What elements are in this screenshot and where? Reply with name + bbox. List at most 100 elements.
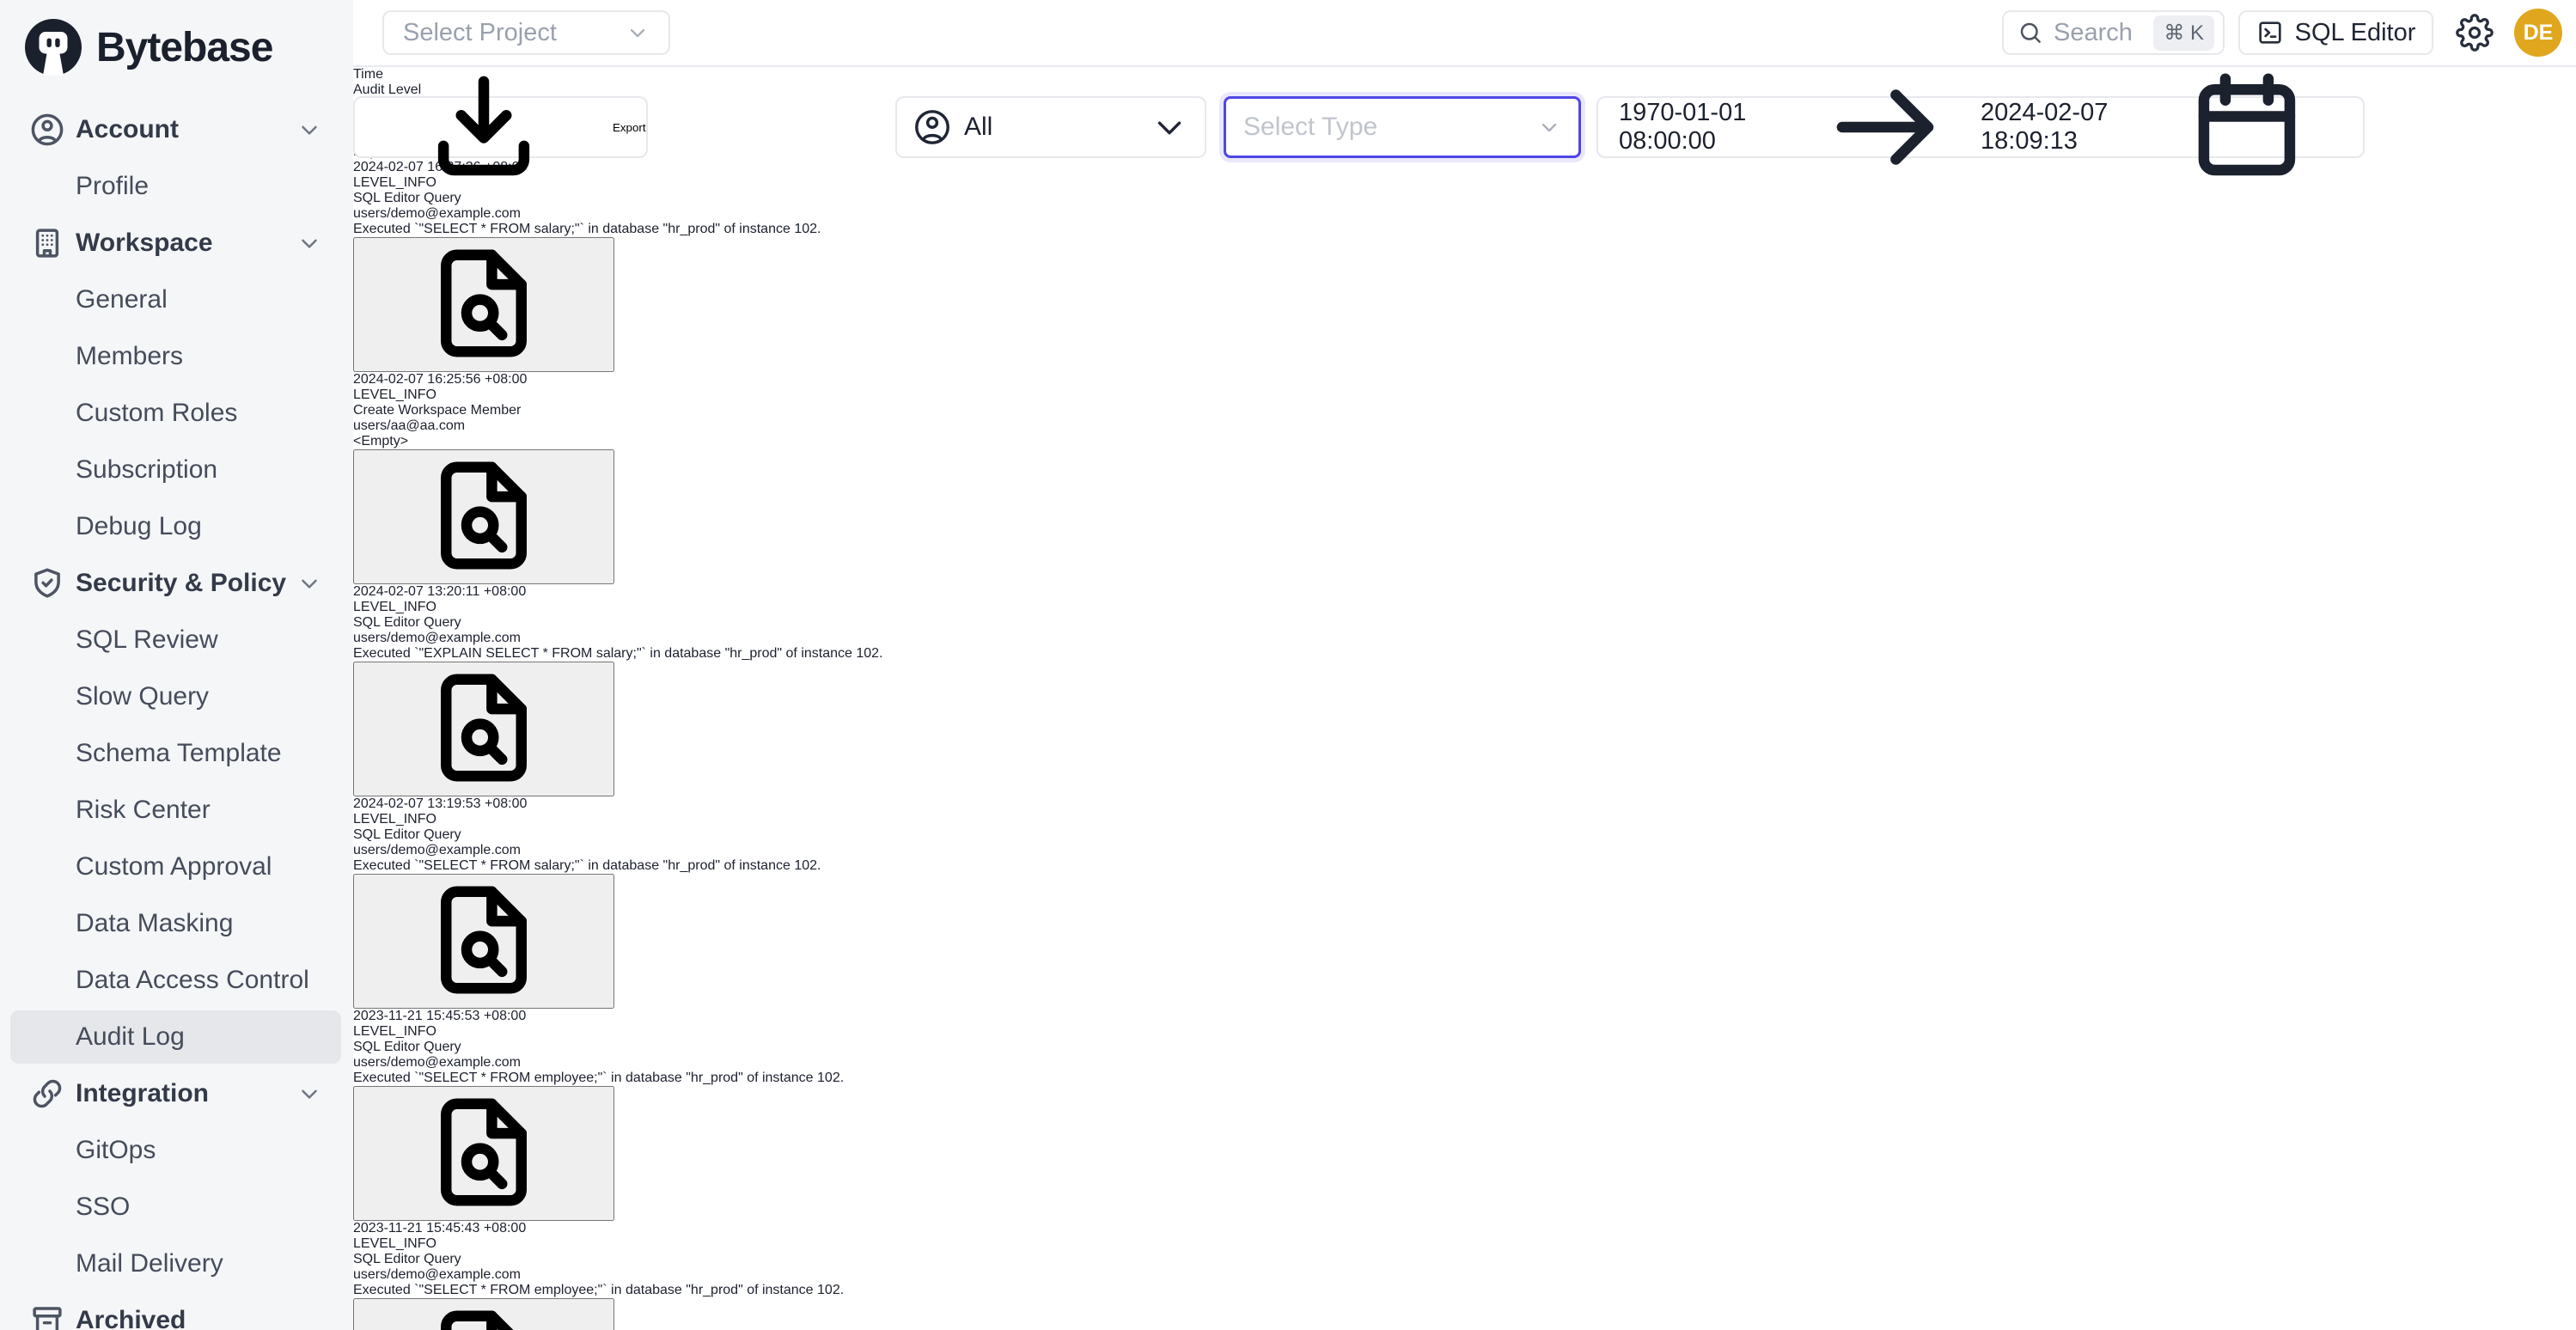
date-start: 1970-01-01 08:00:00: [1619, 99, 1790, 156]
type-filter-select[interactable]: Select Type: [1224, 96, 1581, 158]
search-shortcut-badge: ⌘ K: [2153, 15, 2214, 51]
sidebar-item-subscription[interactable]: Subscription: [0, 442, 353, 498]
sidebar-item-custom-roles[interactable]: Custom Roles: [0, 385, 353, 442]
sidebar-item-label: Subscription: [76, 455, 217, 485]
sidebar-item-risk-center[interactable]: Risk Center: [0, 782, 353, 839]
topbar: Select Project Search ⌘ K SQL Editor DE: [353, 0, 2576, 67]
cell-audit-type: SQL Editor Query: [353, 191, 2576, 206]
sidebar-item-integration[interactable]: Integration: [0, 1065, 353, 1122]
sidebar-item-security-policy[interactable]: Security & Policy: [0, 555, 353, 612]
sidebar-item-workspace[interactable]: Workspace: [0, 215, 353, 271]
sidebar-item-mail-delivery[interactable]: Mail Delivery: [0, 1235, 353, 1292]
project-select-value: Select Project: [403, 19, 557, 47]
user-circle-icon: [913, 107, 952, 147]
type-filter-placeholder: Select Type: [1243, 113, 1377, 142]
sidebar-item-label: Debug Log: [76, 512, 202, 541]
sidebar-item-label: Account: [76, 115, 179, 144]
sidebar-item-custom-approval[interactable]: Custom Approval: [0, 839, 353, 895]
calendar-icon: [2152, 63, 2342, 192]
file-search-icon: [355, 1088, 613, 1217]
cell-audit-type: SQL Editor Query: [353, 1040, 2576, 1055]
project-select[interactable]: Select Project: [382, 10, 670, 55]
payload-button[interactable]: [353, 1086, 614, 1221]
settings-gear-button[interactable]: [2456, 12, 2497, 53]
sidebar-item-debug-log[interactable]: Debug Log: [0, 498, 353, 555]
level-badge: LEVEL_INFO: [353, 387, 436, 402]
cell-comment: Executed `"SELECT * FROM salary;"` in da…: [353, 222, 2576, 237]
bytebase-logo-icon: [22, 16, 84, 78]
level-badge: LEVEL_INFO: [353, 812, 436, 827]
sidebar-item-data-access-control[interactable]: Data Access Control: [0, 952, 353, 1009]
sidebar-item-sso[interactable]: SSO: [0, 1179, 353, 1235]
member-filter-select[interactable]: All: [895, 96, 1206, 158]
sidebar-item-sql-review[interactable]: SQL Review: [0, 612, 353, 668]
cell-payload: [353, 1086, 2576, 1221]
sidebar-item-data-masking[interactable]: Data Masking: [0, 895, 353, 952]
sidebar-item-label: Custom Approval: [76, 852, 272, 882]
sidebar-item-label: Data Access Control: [76, 966, 309, 995]
sidebar-item-label: Security & Policy: [76, 569, 286, 598]
sidebar-item-audit-log[interactable]: Audit Log: [0, 1009, 353, 1065]
export-button[interactable]: Export: [353, 96, 648, 158]
member-filter-value: All: [964, 113, 1138, 142]
sidebar-item-gitops[interactable]: GitOps: [0, 1122, 353, 1179]
sidebar-item-account[interactable]: Account: [0, 101, 353, 158]
file-search-icon: [355, 239, 613, 368]
table-row[interactable]: 2023-11-21 15:45:53 +08:00 LEVEL_INFO SQ…: [353, 1009, 2576, 1221]
sidebar-item-schema-template[interactable]: Schema Template: [0, 725, 353, 782]
payload-button[interactable]: [353, 1298, 614, 1330]
sidebar-item-label: Integration: [76, 1079, 209, 1108]
brand-name: Bytebase: [96, 24, 272, 71]
table-row[interactable]: 2024-02-07 16:27:26 +08:00 LEVEL_INFO SQ…: [353, 160, 2576, 372]
cell-audit-level: LEVEL_INFO: [353, 1236, 2576, 1252]
terminal-icon: [2256, 19, 2284, 46]
payload-button[interactable]: [353, 237, 614, 372]
sql-editor-label: SQL Editor: [2295, 19, 2416, 47]
sidebar-nav: Account Profile Workspace General: [0, 95, 353, 1330]
sidebar-item-label: Audit Log: [76, 1022, 185, 1052]
level-badge: LEVEL_INFO: [353, 600, 436, 614]
cell-time: 2024-02-07 16:25:56 +08:00: [353, 372, 2576, 387]
sidebar-item-icon: [29, 565, 65, 601]
sidebar-item-slow-query[interactable]: Slow Query: [0, 668, 353, 725]
sidebar-item-general[interactable]: General: [0, 271, 353, 328]
cell-comment: Executed `"EXPLAIN SELECT * FROM salary;…: [353, 646, 2576, 662]
sidebar-item-profile[interactable]: Profile: [0, 158, 353, 215]
table-row[interactable]: 2024-02-07 13:20:11 +08:00 LEVEL_INFO SQ…: [353, 584, 2576, 796]
sidebar-item-label: Schema Template: [76, 739, 282, 768]
payload-button[interactable]: [353, 662, 614, 796]
arrow-right-icon: [1790, 63, 1981, 192]
cell-payload: [353, 1298, 2576, 1330]
cell-comment: Executed `"SELECT * FROM salary;"` in da…: [353, 858, 2576, 874]
level-badge: LEVEL_INFO: [353, 1236, 436, 1251]
sidebar-item-label: Slow Query: [76, 682, 209, 711]
cell-payload: [353, 874, 2576, 1009]
audit-log-page: All Select Type 1970-01-01 08:00:00 2024…: [353, 67, 2576, 1330]
chevron-down-icon: [296, 1081, 322, 1107]
sidebar: Bytebase Account Profile Workspace: [0, 0, 353, 1330]
avatar[interactable]: DE: [2514, 9, 2562, 57]
sql-editor-button[interactable]: SQL Editor: [2238, 10, 2433, 55]
sidebar-item-members[interactable]: Members: [0, 328, 353, 385]
file-search-icon: [355, 875, 613, 1004]
search-input[interactable]: Search ⌘ K: [2002, 10, 2225, 55]
cell-time: 2023-11-21 15:45:53 +08:00: [353, 1009, 2576, 1024]
sidebar-item-label: Profile: [76, 172, 149, 201]
table-row[interactable]: 2024-02-07 13:19:53 +08:00 LEVEL_INFO SQ…: [353, 796, 2576, 1009]
sidebar-item-label: Workspace: [76, 229, 213, 258]
sidebar-item-label: Mail Delivery: [76, 1249, 223, 1278]
sidebar-item-archived[interactable]: Archived: [0, 1292, 353, 1330]
table-row[interactable]: 2024-02-07 16:25:56 +08:00 LEVEL_INFO Cr…: [353, 372, 2576, 584]
chevron-down-icon: [296, 570, 322, 596]
brand[interactable]: Bytebase: [0, 0, 353, 95]
payload-button[interactable]: [353, 449, 614, 584]
chevron-down-icon: [1537, 115, 1561, 139]
file-search-icon: [355, 451, 613, 580]
table-row[interactable]: 2023-11-21 15:45:43 +08:00 LEVEL_INFO SQ…: [353, 1221, 2576, 1330]
payload-button[interactable]: [353, 874, 614, 1009]
topbar-actions: Search ⌘ K SQL Editor DE: [2002, 9, 2562, 57]
cell-audit-type: SQL Editor Query: [353, 827, 2576, 843]
cell-comment: <Empty>: [353, 434, 2576, 449]
date-end: 2024-02-07 18:09:13: [1981, 99, 2152, 156]
date-range-picker[interactable]: 1970-01-01 08:00:00 2024-02-07 18:09:13: [1596, 96, 2365, 158]
